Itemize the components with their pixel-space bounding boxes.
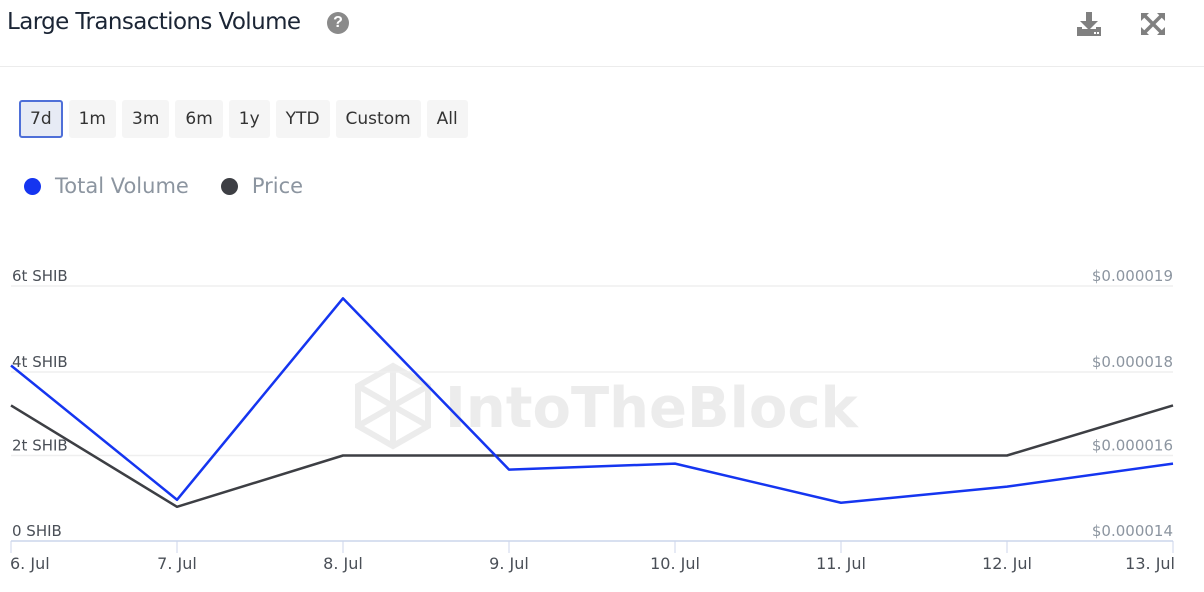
right-axis-tick-label: $0.000019 (1092, 267, 1173, 285)
chart-header: Large Transactions Volume ? (0, 0, 1204, 67)
line-chart: IntoTheBlock 6. Jul 7. Jul 8. Jul 9. Jul 10. … (10, 267, 1175, 573)
legend-marker-price (220, 177, 238, 195)
x-tick-label: 13. Jul (1125, 554, 1175, 573)
legend-item-total-volume[interactable]: Total Volume (24, 174, 189, 198)
fullscreen-button[interactable] (1138, 10, 1168, 38)
x-tick-label: 10. Jul (650, 554, 700, 573)
range-button-6m[interactable]: 6m (175, 100, 223, 138)
download-button[interactable] (1074, 10, 1104, 38)
watermark-logo (355, 362, 431, 450)
x-tick-label: 9. Jul (489, 554, 529, 573)
x-tick-label: 6. Jul (10, 554, 50, 573)
right-axis-tick-label: $0.000016 (1092, 437, 1173, 455)
right-axis-tick-label: $0.000014 (1092, 522, 1173, 540)
right-axis-tick-label: $0.000018 (1092, 353, 1173, 371)
x-tick-label: 8. Jul (323, 554, 363, 573)
legend-label: Total Volume (55, 174, 189, 198)
range-button-7d[interactable]: 7d (19, 100, 63, 138)
x-tick-label: 11. Jul (816, 554, 866, 573)
range-button-custom[interactable]: Custom (335, 100, 421, 138)
range-button-1y[interactable]: 1y (228, 100, 270, 138)
legend-label: Price (251, 174, 304, 198)
left-axis-tick-label: 2t SHIB (12, 437, 68, 455)
x-tick-label: 7. Jul (157, 554, 197, 573)
range-button-1m[interactable]: 1m (68, 100, 116, 138)
watermark-text: IntoTheBlock (445, 376, 860, 441)
range-button-all[interactable]: All (426, 100, 468, 138)
left-axis-tick-label: 6t SHIB (12, 267, 68, 285)
time-range-selector: 7d 1m 3m 6m 1y YTD Custom All (19, 100, 468, 138)
page-title: Large Transactions Volume (7, 9, 301, 35)
left-axis-tick-label: 0 SHIB (12, 522, 62, 540)
left-axis-tick-label: 4t SHIB (12, 353, 68, 371)
question-circle-icon[interactable]: ? (327, 12, 349, 34)
x-tick-label: 12. Jul (982, 554, 1032, 573)
expand-icon (1141, 13, 1165, 35)
legend-marker-volume (24, 177, 41, 195)
range-button-3m[interactable]: 3m (122, 100, 170, 138)
download-icon (1077, 12, 1101, 36)
watermark-icon (355, 362, 431, 450)
legend-item-price[interactable]: Price (220, 174, 304, 198)
range-button-ytd[interactable]: YTD (275, 100, 330, 138)
chart-legend: Total Volume Price (24, 174, 303, 198)
